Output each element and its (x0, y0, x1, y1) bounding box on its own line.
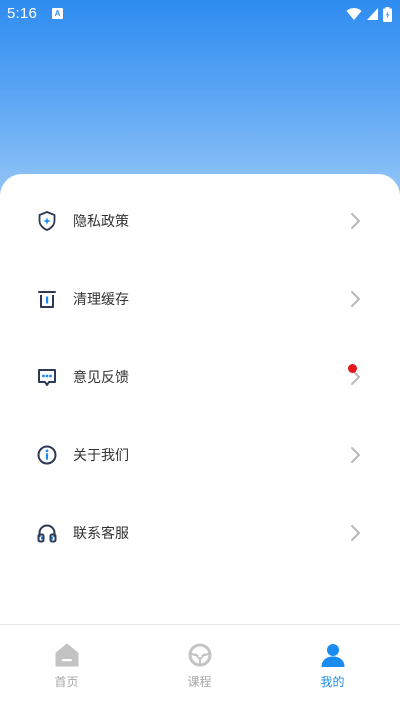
notification-badge-icon: A (52, 8, 63, 19)
tab-mine[interactable]: 我的 (266, 625, 399, 713)
feedback-unread-dot (348, 364, 357, 373)
user-icon (321, 644, 344, 667)
signal-icon (367, 8, 378, 20)
info-icon (37, 445, 57, 465)
chevron-right-icon (351, 525, 360, 541)
menu-item-clear-cache[interactable]: 清理缓存 (0, 260, 400, 338)
menu-item-feedback[interactable]: 意见反馈 (0, 338, 400, 416)
tab-home[interactable]: 首页 (0, 625, 133, 713)
home-icon (55, 643, 78, 667)
steering-wheel-icon (188, 643, 211, 667)
menu-item-about-us[interactable]: 关于我们 (0, 416, 400, 494)
wifi-icon (346, 8, 362, 20)
menu-item-contact-support[interactable]: 联系客服 (0, 494, 400, 572)
menu-item-label: 清理缓存 (73, 292, 129, 308)
menu-item-label: 隐私政策 (73, 214, 129, 230)
bottom-tab-bar: 首页 课程 我的 (0, 624, 400, 713)
chevron-right-icon (351, 291, 360, 307)
feedback-message-icon (38, 369, 56, 386)
tab-courses-label: 课程 (187, 675, 212, 689)
menu-item-label: 联系客服 (73, 526, 129, 542)
status-icons (346, 6, 392, 22)
status-time: 5:16 (7, 5, 37, 22)
menu-item-label: 关于我们 (73, 448, 129, 464)
tab-courses[interactable]: 课程 (133, 625, 266, 713)
menu-item-label: 意见反馈 (73, 370, 129, 386)
headset-icon (37, 524, 57, 543)
chevron-right-icon (351, 213, 360, 229)
menu-item-privacy-policy[interactable]: 隐私政策 (0, 182, 400, 260)
tab-home-label: 首页 (54, 675, 79, 689)
shield-icon (38, 211, 56, 231)
chevron-right-icon (351, 447, 360, 463)
trash-icon (38, 291, 56, 308)
status-bar: 5:16 A (0, 0, 400, 28)
battery-icon (383, 6, 392, 22)
tab-mine-label: 我的 (320, 675, 345, 689)
